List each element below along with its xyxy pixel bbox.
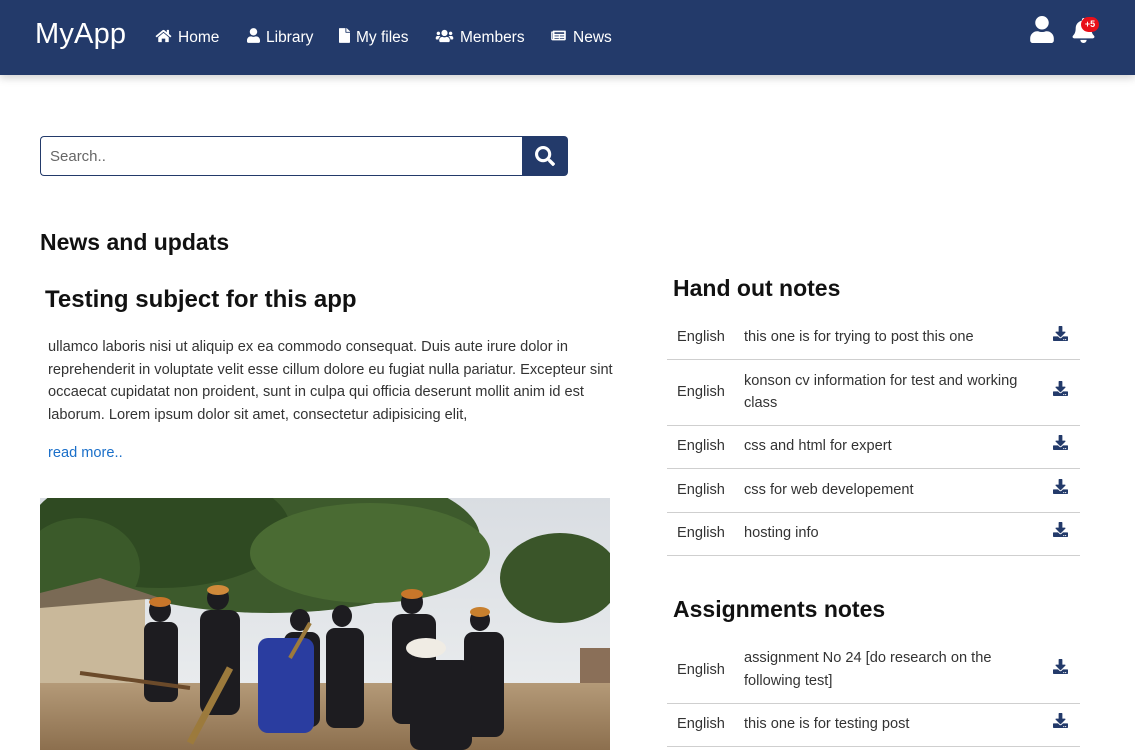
note-language: English [667, 703, 744, 747]
nav-label-library: Library [266, 29, 314, 46]
file-icon [339, 28, 350, 48]
article-title: Testing subject for this app [45, 286, 357, 313]
note-language: English [667, 359, 744, 426]
nav-item-news[interactable]: News [550, 27, 612, 49]
nav-item-library[interactable]: Library [247, 27, 313, 49]
table-row: English hosting info [667, 512, 1080, 556]
user-icon [1030, 16, 1054, 47]
nav-item-home[interactable]: Home [155, 27, 219, 49]
news-section-title: News and updats [40, 229, 230, 255]
newspaper-icon [550, 29, 567, 47]
home-icon [155, 29, 172, 48]
nav-label-my-files: My files [356, 29, 409, 46]
note-language: English [667, 425, 744, 469]
nav-label-home: Home [178, 29, 220, 46]
search-input[interactable] [40, 136, 522, 176]
download-icon[interactable] [1052, 380, 1068, 396]
notification-badge: +5 [1081, 17, 1099, 32]
download-icon[interactable] [1052, 325, 1068, 341]
table-row: English assignment No 24 [do research on… [667, 637, 1080, 704]
news-photo [40, 498, 610, 750]
note-language: English [667, 637, 744, 704]
table-row: English konson cv information for test a… [667, 359, 1080, 426]
note-description: konson cv information for test and worki… [744, 359, 1040, 426]
article-body: ullamco laboris nisi ut aliquip ex ea co… [48, 339, 613, 423]
note-language: English [667, 315, 744, 360]
download-icon[interactable] [1052, 522, 1068, 538]
nav-label-members: Members [460, 29, 525, 46]
note-description: hosting info [744, 512, 1040, 556]
bell-icon [1072, 18, 1095, 47]
search-button[interactable] [522, 136, 568, 176]
app-brand[interactable]: MyApp [35, 18, 126, 51]
news-image [40, 498, 610, 750]
note-description: css and html for expert [744, 425, 1040, 469]
download-icon[interactable] [1052, 658, 1068, 674]
nav-label-news: News [573, 29, 612, 46]
read-more-link[interactable]: read more.. [48, 445, 123, 461]
table-row: English css for web developement [667, 468, 1080, 513]
nav-item-members[interactable]: Members [435, 27, 525, 49]
table-row: English this one is for testing post [667, 703, 1080, 747]
assignment-notes-title: Assignments notes [673, 596, 886, 622]
search-bar [40, 136, 568, 176]
note-description: this one is for testing post [744, 703, 1040, 747]
note-language: English [667, 468, 744, 513]
top-navbar: MyApp Home Library My files Members News [0, 0, 1135, 75]
table-row: English css and html for expert [667, 425, 1080, 469]
download-icon[interactable] [1052, 478, 1068, 494]
user-icon [247, 28, 260, 48]
handout-notes-table: English this one is for trying to post t… [667, 315, 1080, 556]
note-language: English [667, 512, 744, 556]
download-icon[interactable] [1052, 435, 1068, 451]
note-description: css for web developement [744, 468, 1040, 513]
search-icon [535, 146, 555, 166]
users-icon [435, 29, 454, 48]
table-row: English this one is for trying to post t… [667, 315, 1080, 360]
download-icon[interactable] [1052, 713, 1068, 729]
nav-item-my-files[interactable]: My files [339, 27, 409, 49]
handout-notes-title: Hand out notes [673, 275, 841, 301]
assignment-notes-table: English assignment No 24 [do research on… [667, 637, 1080, 747]
note-description: this one is for trying to post this one [744, 315, 1040, 360]
profile-button[interactable] [1030, 16, 1054, 44]
note-description: assignment No 24 [do research on the fol… [744, 637, 1040, 704]
